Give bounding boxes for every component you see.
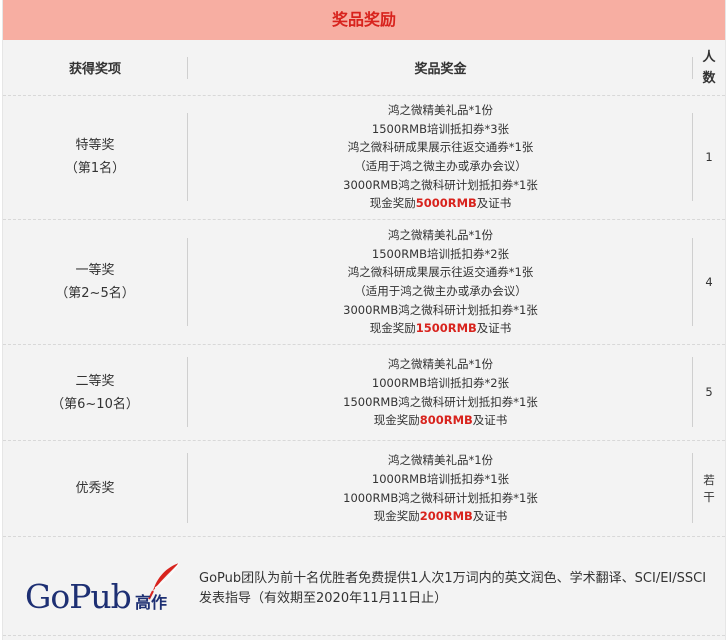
prize-line: 鸿之微科研成果展示往返交通券*1张	[347, 140, 534, 155]
count-cell: 4	[705, 274, 713, 289]
award-name: 特等奖	[75, 138, 115, 153]
award-rank: （第6~10名）	[51, 396, 139, 412]
table-row: 特等奖 （第1名） 鸿之微精美礼品*1份 1500RMB培训抵扣券*3张 鸿之微…	[3, 95, 725, 220]
prize-line: 1500RMB鸿之微科研计划抵扣券*1张	[343, 394, 538, 409]
cash-line: 现金奖励5000RMB及证书	[369, 196, 512, 211]
award-name: 优秀奖	[75, 481, 115, 496]
logo-chinese: 高作	[135, 593, 168, 612]
award-name: 一等奖	[75, 263, 115, 278]
prize-line: 1000RMB鸿之微科研计划抵扣券*1张	[343, 490, 538, 505]
prize-line: 鸿之微精美礼品*1份	[387, 357, 494, 372]
prize-line: 鸿之微精美礼品*1份	[387, 103, 494, 118]
prize-line: 1500RMB培训抵扣券*3张	[371, 121, 510, 136]
cash-amount: 200RMB	[419, 509, 473, 524]
award-name-cell: 优秀奖	[3, 441, 187, 536]
award-rank: （第2~5名）	[55, 286, 135, 301]
footer-note: GoPub团队为前十名优胜者免费提供1人次1万词内的英文润色、学术翻译、SCI/…	[199, 571, 707, 606]
prize-line: 鸿之微精美礼品*1份	[387, 453, 494, 468]
prize-cell: 鸿之微精美礼品*1份 1000RMB培训抵扣券*2张 1500RMB鸿之微科研计…	[188, 345, 693, 440]
prize-line: 鸿之微科研成果展示往返交通券*1张	[347, 265, 534, 280]
count-cell: 5	[705, 385, 713, 399]
award-name-cell: 二等奖 （第6~10名）	[3, 345, 187, 440]
prize-line: 3000RMB鸿之微科研计划抵扣券*1张	[343, 177, 538, 192]
prize-line: （适用于鸿之微主办或承办会议）	[354, 284, 527, 298]
prize-line: 1500RMB培训抵扣券*2张	[371, 246, 510, 261]
cash-amount: 800RMB	[419, 413, 473, 428]
cash-line: 现金奖励200RMB及证书	[373, 509, 508, 524]
gopub-logo: GoPub 高作	[25, 562, 180, 619]
award-rank: （第1名）	[64, 161, 126, 176]
table-row: 二等奖 （第6~10名） 鸿之微精美礼品*1份 1000RMB培训抵扣券*2张 …	[3, 345, 725, 441]
cash-line: 现金奖励800RMB及证书	[373, 413, 508, 428]
award-table: 奖品奖励 获得奖项 奖品奖金 人 数 特等奖 （第1名） 鸿之微精美礼品*1份 …	[2, 0, 726, 640]
prize-line: 鸿之微精美礼品*1份	[387, 228, 494, 243]
cash-line: 现金奖励1500RMB及证书	[369, 321, 512, 336]
prize-line: （适用于鸿之微主办或承办会议）	[354, 159, 527, 173]
page-title: 奖品奖励	[3, 0, 725, 40]
prize-cell: 鸿之微精美礼品*1份 1500RMB培训抵扣券*3张 鸿之微科研成果展示往返交通…	[188, 95, 693, 219]
table-row: 一等奖 （第2~5名） 鸿之微精美礼品*1份 1500RMB培训抵扣券*2张 鸿…	[3, 220, 725, 345]
award-name-cell: 特等奖 （第1名）	[3, 95, 187, 219]
cash-amount: 1500RMB	[415, 321, 477, 336]
table-header-row: 获得奖项 奖品奖金 人 数	[3, 40, 725, 96]
award-name-cell: 一等奖 （第2~5名）	[3, 220, 187, 344]
prize-line: 3000RMB鸿之微科研计划抵扣券*1张	[343, 302, 538, 317]
header-prize: 奖品奖金	[414, 62, 467, 77]
cash-amount: 5000RMB	[415, 196, 477, 211]
count-cell: 若 干	[703, 472, 715, 504]
gopub-footer: GoPub 高作 GoPub团队为前十名优胜者免费提供1人次1万词内的英文润色、…	[3, 537, 725, 636]
award-name: 二等奖	[75, 373, 115, 389]
table-row: 优秀奖 鸿之微精美礼品*1份 1000RMB培训抵扣券*1张 1000RMB鸿之…	[3, 441, 725, 537]
header-award: 获得奖项	[68, 62, 121, 77]
logo-text: GoPub	[25, 577, 132, 616]
prize-line: 1000RMB培训抵扣券*1张	[371, 471, 510, 486]
header-count: 人 数	[702, 49, 716, 86]
prize-cell: 鸿之微精美礼品*1份 1000RMB培训抵扣券*1张 1000RMB鸿之微科研计…	[188, 441, 693, 536]
prize-cell: 鸿之微精美礼品*1份 1500RMB培训抵扣券*2张 鸿之微科研成果展示往返交通…	[188, 220, 693, 344]
count-cell: 1	[705, 149, 713, 164]
prize-line: 1000RMB培训抵扣券*2张	[371, 375, 510, 390]
